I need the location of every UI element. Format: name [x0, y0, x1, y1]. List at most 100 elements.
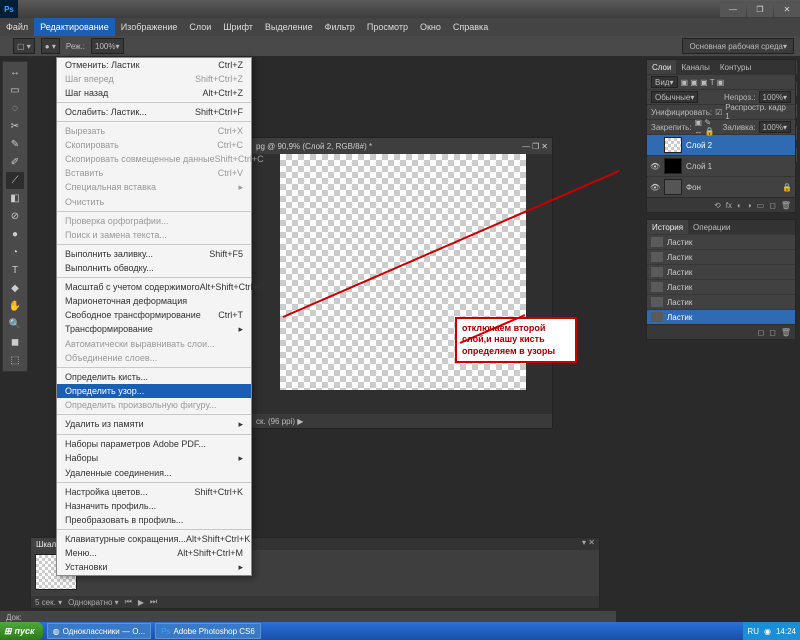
tool-icon[interactable]: ✋ — [6, 298, 24, 315]
tab-paths[interactable]: Контуры — [715, 60, 756, 74]
menu-item[interactable]: Меню...Alt+Shift+Ctrl+M — [57, 546, 251, 560]
play-icon[interactable]: ▶ — [138, 598, 144, 607]
fill-field[interactable]: 100% ▾ — [759, 121, 791, 133]
tool-icon[interactable]: ⊘ — [6, 208, 24, 225]
tool-icon[interactable]: ◔ — [6, 244, 24, 261]
group-icon[interactable]: ▭ — [757, 201, 765, 210]
menu-item[interactable]: Преобразовать в профиль... — [57, 513, 251, 527]
menu-item[interactable]: Отменить: ЛастикCtrl+Z — [57, 58, 251, 72]
menu-item[interactable]: Марионеточная деформация — [57, 294, 251, 308]
doc-maximize-icon[interactable]: ❐ — [532, 142, 539, 151]
layer-row[interactable]: Слой 2 — [647, 134, 795, 155]
minimize-button[interactable]: — — [720, 1, 746, 17]
next-frame-icon[interactable]: ⏭ — [150, 597, 157, 607]
mask-icon[interactable]: ◐ — [737, 201, 742, 210]
doc-close-icon[interactable]: ✕ — [541, 142, 548, 151]
zoom-value[interactable]: 100% ▾ — [91, 38, 123, 54]
tool-icon[interactable]: ✎ — [6, 136, 24, 153]
document-title[interactable]: pg @ 90,9% (Слой 2, RGB/8#) * — ❐ ✕ — [252, 138, 552, 154]
menu-item[interactable]: Клавиатурные сокращения...Alt+Shift+Ctrl… — [57, 532, 251, 546]
brush-picker[interactable]: ● ▾ — [41, 38, 60, 54]
link-layers-icon[interactable]: ⟲ — [714, 201, 721, 210]
history-row[interactable]: Ластик — [647, 234, 795, 249]
tool-icon[interactable]: ✐ — [6, 154, 24, 171]
fx-icon[interactable]: fx — [726, 201, 732, 210]
blend-mode-select[interactable]: Обычные ▾ — [651, 91, 698, 103]
menu-item[interactable]: Удаленные соединения... — [57, 466, 251, 480]
new-state-icon[interactable]: ◻ — [769, 328, 776, 337]
menu-Шрифт[interactable]: Шрифт — [217, 18, 259, 36]
trash-icon[interactable]: 🗑 — [781, 328, 791, 337]
taskbar-item[interactable]: PsAdobe Photoshop CS6 — [155, 623, 261, 639]
lang-indicator[interactable]: RU — [747, 627, 759, 636]
tab-layers[interactable]: Слои — [647, 60, 676, 74]
menu-item[interactable]: Установки▸ — [57, 560, 251, 575]
prev-frame-icon[interactable]: ⏮ — [125, 597, 132, 607]
opacity-field[interactable]: 100% ▾ — [759, 91, 791, 103]
menu-item[interactable]: Удалить из памяти▸ — [57, 417, 251, 432]
tool-icon[interactable]: 🔍 — [6, 316, 24, 333]
menu-Просмотр[interactable]: Просмотр — [361, 18, 414, 36]
history-row[interactable]: Ластик — [647, 294, 795, 309]
tool-icon[interactable]: ⬚ — [6, 352, 24, 369]
menu-item[interactable]: Наборы параметров Adobe PDF... — [57, 437, 251, 451]
layer-row[interactable]: 👁Слой 1 — [647, 155, 795, 176]
menu-item[interactable]: Трансформирование▸ — [57, 322, 251, 337]
layer-kind-filter[interactable]: Вид ▾ — [651, 76, 678, 88]
menu-item[interactable]: Наборы▸ — [57, 451, 251, 466]
panel-collapse-icon[interactable]: ▾ ✕ — [578, 538, 599, 550]
tab-actions[interactable]: Операции — [688, 220, 735, 234]
menu-Слои[interactable]: Слои — [183, 18, 217, 36]
menu-item[interactable]: Определить кисть... — [57, 370, 251, 384]
tray-icon[interactable]: ◉ — [764, 627, 771, 636]
tool-icon[interactable]: ◼ — [6, 334, 24, 351]
tool-icon[interactable]: ↔ — [6, 64, 24, 81]
history-row[interactable]: Ластик — [647, 249, 795, 264]
document-window[interactable]: pg @ 90,9% (Слой 2, RGB/8#) * — ❐ ✕ ск. … — [251, 137, 553, 429]
start-button[interactable]: ⊞ пуск — [0, 622, 43, 640]
menu-Справка[interactable]: Справка — [447, 18, 494, 36]
menubar[interactable]: ФайлРедактированиеИзображениеСлоиШрифтВы… — [0, 18, 800, 36]
menu-Выделение[interactable]: Выделение — [259, 18, 319, 36]
layer-row[interactable]: 👁Фон🔒 — [647, 176, 795, 197]
history-row[interactable]: Ластик — [647, 309, 795, 324]
tool-icon[interactable]: ▭ — [6, 82, 24, 99]
visibility-toggle-icon[interactable]: 👁 — [650, 183, 660, 192]
menu-Фильтр[interactable]: Фильтр — [319, 18, 361, 36]
taskbar-item[interactable]: ◍Одноклассники — O... — [47, 623, 151, 639]
tool-icon[interactable]: ● — [6, 226, 24, 243]
close-button[interactable]: ✕ — [774, 1, 800, 17]
tool-icon[interactable]: ◆ — [6, 280, 24, 297]
menu-item[interactable]: Свободное трансформированиеCtrl+T — [57, 308, 251, 322]
menu-Изображение[interactable]: Изображение — [115, 18, 184, 36]
menu-Файл[interactable]: Файл — [0, 18, 34, 36]
trash-icon[interactable]: 🗑 — [781, 201, 791, 210]
tool-icon[interactable]: ⟋ — [6, 172, 24, 189]
menu-item[interactable]: Выполнить обводку... — [57, 261, 251, 275]
menu-item[interactable]: Определить узор... — [57, 384, 251, 398]
history-row[interactable]: Ластик — [647, 264, 795, 279]
tab-channels[interactable]: Каналы — [676, 60, 714, 74]
workspace-switcher[interactable]: Основная рабочая среда ▾ — [682, 38, 794, 54]
maximize-button[interactable]: ❐ — [747, 1, 773, 17]
tab-history[interactable]: История — [647, 220, 688, 234]
history-row[interactable]: Ластик — [647, 279, 795, 294]
menu-item[interactable]: Масштаб с учетом содержимогоAlt+Shift+Ct… — [57, 280, 251, 294]
tool-icon[interactable]: ✂ — [6, 118, 24, 135]
menu-item[interactable]: Настройка цветов...Shift+Ctrl+K — [57, 485, 251, 499]
snapshot-icon[interactable]: ◻ — [758, 328, 765, 337]
visibility-toggle-icon[interactable]: 👁 — [650, 162, 660, 171]
tool-icon[interactable]: T — [6, 262, 24, 279]
tool-preset-picker[interactable]: ▢ ▾ — [13, 38, 35, 54]
new-layer-icon[interactable]: ◻ — [769, 201, 776, 210]
doc-minimize-icon[interactable]: — — [522, 142, 530, 151]
clock[interactable]: 14:24 — [776, 627, 796, 636]
frame-duration[interactable]: 5 сек. ▾ — [35, 598, 62, 607]
menu-item[interactable]: Выполнить заливку...Shift+F5 — [57, 247, 251, 261]
menu-item[interactable]: Назначить профиль... — [57, 499, 251, 513]
menu-item[interactable]: Ослабить: Ластик...Shift+Ctrl+F — [57, 105, 251, 119]
tool-icon[interactable]: ◌ — [6, 100, 24, 117]
menu-Редактирование[interactable]: Редактирование — [34, 18, 115, 36]
adjustment-icon[interactable]: ◑ — [747, 201, 752, 210]
system-tray[interactable]: RU ◉ 14:24 — [743, 622, 800, 640]
